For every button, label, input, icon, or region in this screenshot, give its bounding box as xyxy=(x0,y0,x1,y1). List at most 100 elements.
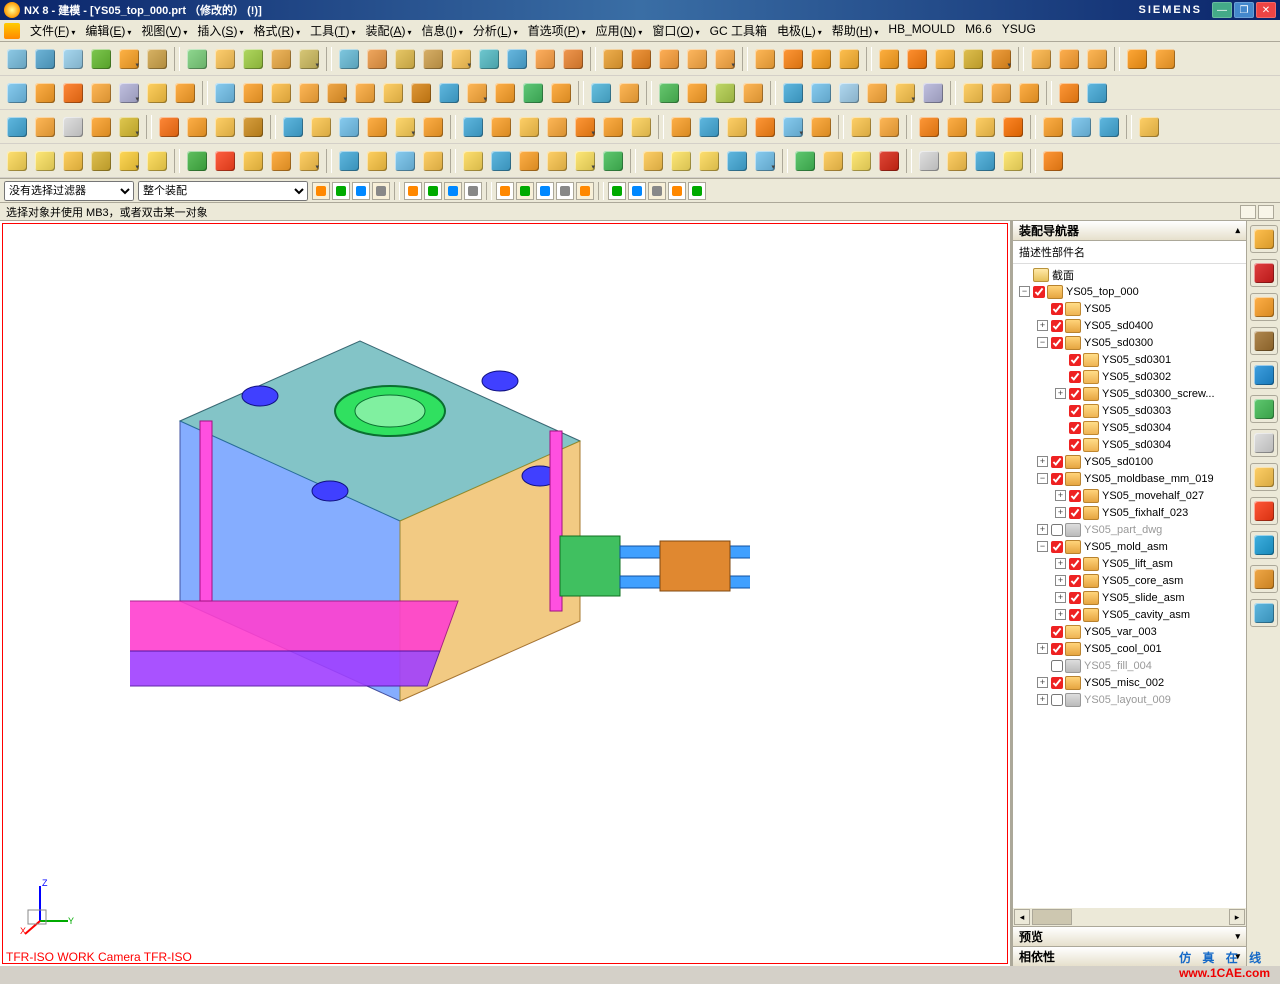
toolbar-button[interactable] xyxy=(1040,114,1066,140)
toolbar-button[interactable] xyxy=(876,46,902,72)
toolbar-button[interactable] xyxy=(392,46,418,72)
toolbar-button[interactable] xyxy=(1068,114,1094,140)
tree-node[interactable]: YS05_sd0304 xyxy=(1013,419,1246,436)
selection-filter-button[interactable] xyxy=(668,182,686,200)
tree-node[interactable]: +YS05_sd0100 xyxy=(1013,453,1246,470)
toolbar-button[interactable] xyxy=(656,46,682,72)
toolbar-button[interactable] xyxy=(88,114,114,140)
tree-node[interactable]: YS05_sd0303 xyxy=(1013,402,1246,419)
toolbar-button[interactable] xyxy=(600,46,626,72)
tree-node[interactable]: −YS05_sd0300 xyxy=(1013,334,1246,351)
toolbar-button[interactable] xyxy=(572,114,598,140)
resource-button[interactable] xyxy=(1250,259,1278,287)
tree-node[interactable]: +YS05_fixhalf_023 xyxy=(1013,504,1246,521)
tree-checkbox[interactable] xyxy=(1069,405,1081,417)
toolbar-button[interactable] xyxy=(116,148,142,174)
tree-expander-icon[interactable]: + xyxy=(1055,609,1066,620)
toolbar-button[interactable] xyxy=(4,80,30,106)
tree-checkbox[interactable] xyxy=(1051,456,1063,468)
tree-checkbox[interactable] xyxy=(1069,422,1081,434)
tree-hscroll[interactable]: ◂▸ xyxy=(1013,908,1246,926)
toolbar-button[interactable] xyxy=(476,46,502,72)
toolbar-button[interactable] xyxy=(516,114,542,140)
toolbar-button[interactable] xyxy=(740,80,766,106)
toolbar-button[interactable] xyxy=(32,114,58,140)
toolbar-button[interactable] xyxy=(464,80,490,106)
selection-filter-button[interactable] xyxy=(352,182,370,200)
toolbar-button[interactable] xyxy=(780,80,806,106)
toolbar-button[interactable] xyxy=(1084,46,1110,72)
toolbar-button[interactable] xyxy=(212,114,238,140)
tree-expander-icon[interactable]: + xyxy=(1055,490,1066,501)
toolbar-button[interactable] xyxy=(240,114,266,140)
toolbar-button[interactable] xyxy=(336,148,362,174)
toolbar-button[interactable] xyxy=(808,46,834,72)
toolbar-button[interactable] xyxy=(960,46,986,72)
toolbar-button[interactable] xyxy=(656,80,682,106)
toolbar-button[interactable] xyxy=(364,148,390,174)
toolbar-button[interactable] xyxy=(420,46,446,72)
resource-button[interactable] xyxy=(1250,463,1278,491)
toolbar-button[interactable] xyxy=(280,114,306,140)
toolbar-button[interactable] xyxy=(1000,148,1026,174)
toolbar-button[interactable] xyxy=(296,46,322,72)
toolbar-button[interactable] xyxy=(904,46,930,72)
minimize-button[interactable]: — xyxy=(1212,2,1232,18)
toolbar-button[interactable] xyxy=(184,148,210,174)
tree-expander-icon[interactable]: − xyxy=(1037,337,1048,348)
toolbar-button[interactable] xyxy=(920,80,946,106)
tree-node[interactable]: +YS05_layout_009 xyxy=(1013,691,1246,708)
resource-button[interactable] xyxy=(1250,531,1278,559)
tree-checkbox[interactable] xyxy=(1069,507,1081,519)
tree-node[interactable]: YS05_sd0302 xyxy=(1013,368,1246,385)
tree-expander-icon[interactable]: − xyxy=(1037,541,1048,552)
tree-expander-icon[interactable]: + xyxy=(1037,320,1048,331)
toolbar-button[interactable] xyxy=(972,148,998,174)
tree-checkbox[interactable] xyxy=(1051,320,1063,332)
scope-select[interactable]: 整个装配 xyxy=(138,181,308,201)
assembly-tree[interactable]: 截面−YS05_top_000YS05+YS05_sd0400−YS05_sd0… xyxy=(1013,264,1246,908)
toolbar-button[interactable] xyxy=(600,148,626,174)
selection-filter-button[interactable] xyxy=(424,182,442,200)
tree-expander-icon[interactable]: + xyxy=(1055,507,1066,518)
tree-node[interactable]: YS05 xyxy=(1013,300,1246,317)
toolbar-button[interactable] xyxy=(448,46,474,72)
tree-checkbox[interactable] xyxy=(1069,371,1081,383)
tree-checkbox[interactable] xyxy=(1069,490,1081,502)
toolbar-button[interactable] xyxy=(1152,46,1178,72)
status-btn[interactable] xyxy=(1240,205,1256,219)
toolbar-button[interactable] xyxy=(876,114,902,140)
selection-filter-button[interactable] xyxy=(464,182,482,200)
toolbar-button[interactable] xyxy=(892,80,918,106)
toolbar-button[interactable] xyxy=(268,80,294,106)
menu-item[interactable]: 帮助(H) xyxy=(828,20,883,41)
toolbar-button[interactable] xyxy=(116,46,142,72)
toolbar-button[interactable] xyxy=(392,148,418,174)
toolbar-button[interactable] xyxy=(144,148,170,174)
toolbar-button[interactable] xyxy=(116,80,142,106)
toolbar-button[interactable] xyxy=(32,46,58,72)
tree-node[interactable]: +YS05_lift_asm xyxy=(1013,555,1246,572)
menu-item[interactable]: M6.6 xyxy=(961,20,996,41)
toolbar-button[interactable] xyxy=(916,114,942,140)
tree-expander-icon[interactable]: − xyxy=(1037,473,1048,484)
toolbar-button[interactable] xyxy=(848,148,874,174)
menu-item[interactable]: 分析(L) xyxy=(469,20,522,41)
menu-item[interactable]: 格式(R) xyxy=(249,20,304,41)
toolbar-button[interactable] xyxy=(184,46,210,72)
toolbar-button[interactable] xyxy=(696,148,722,174)
toolbar-button[interactable] xyxy=(944,148,970,174)
tree-node[interactable]: +YS05_core_asm xyxy=(1013,572,1246,589)
tree-node[interactable]: YS05_sd0301 xyxy=(1013,351,1246,368)
selection-filter-button[interactable] xyxy=(444,182,462,200)
toolbar-button[interactable] xyxy=(820,148,846,174)
toolbar-button[interactable] xyxy=(240,148,266,174)
close-button[interactable]: ✕ xyxy=(1256,2,1276,18)
toolbar-button[interactable] xyxy=(60,46,86,72)
toolbar-button[interactable] xyxy=(836,46,862,72)
toolbar-button[interactable] xyxy=(588,80,614,106)
menu-item[interactable]: 应用(N) xyxy=(592,20,647,41)
toolbar-button[interactable] xyxy=(560,46,586,72)
toolbar-button[interactable] xyxy=(752,148,778,174)
menu-item[interactable]: YSUG xyxy=(998,20,1040,41)
